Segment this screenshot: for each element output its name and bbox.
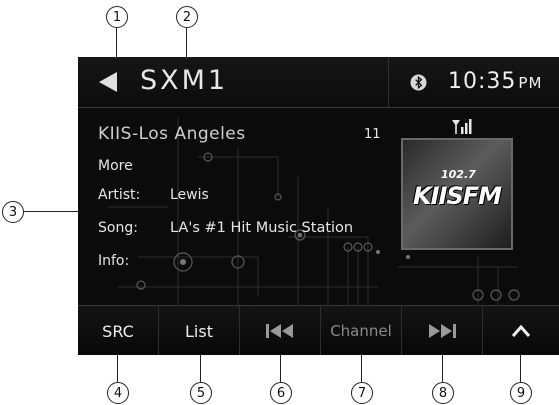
channel-button[interactable]: Channel (321, 306, 401, 355)
source-title: SXM1 (140, 65, 229, 96)
more-link[interactable]: More (98, 158, 133, 174)
callout-4: 4 (107, 382, 129, 404)
signal-strength-icon (452, 119, 472, 134)
back-triangle-icon[interactable] (98, 71, 118, 93)
chevron-up-icon (511, 324, 531, 337)
bluetooth-icon (410, 74, 427, 91)
artist-label: Artist: (98, 187, 141, 203)
station-logo-art: 102.7 KIISFM (401, 138, 513, 250)
skip-previous-button[interactable] (240, 306, 320, 355)
clock: 10:35 PM (448, 69, 542, 94)
callout-2: 2 (176, 6, 198, 28)
artist-value: Lewis (170, 187, 209, 203)
callout-6: 6 (270, 382, 292, 404)
callout-3: 3 (2, 201, 24, 223)
radio-screen: SXM1 10:35 PM KIIS-Los Angeles 11 More Ar… (78, 57, 559, 355)
art-frequency: 102.7 (441, 168, 476, 181)
src-button[interactable]: SRC (78, 306, 158, 355)
clock-ampm: PM (518, 74, 543, 92)
list-button-label: List (185, 321, 213, 341)
status-divider (388, 57, 389, 107)
status-bar: SXM1 10:35 PM (78, 57, 559, 108)
station-name: KIIS-Los Angeles (98, 124, 246, 144)
callout-5: 5 (190, 382, 212, 404)
skip-previous-icon (266, 324, 293, 338)
clock-time: 10:35 (448, 69, 517, 94)
channel-button-label: Channel (330, 322, 392, 340)
info-label: Info: (98, 253, 130, 269)
callout-1: 1 (106, 6, 128, 28)
song-value: LA's #1 Hit Music Station (170, 220, 354, 236)
art-station-name: KIISFM (413, 182, 502, 210)
callout-7: 7 (351, 382, 373, 404)
callout-8: 8 (432, 382, 454, 404)
channel-number: 11 (364, 127, 381, 142)
skip-next-icon (429, 324, 456, 338)
song-label: Song: (98, 220, 138, 236)
list-button[interactable]: List (159, 306, 239, 355)
src-button-label: SRC (102, 321, 134, 341)
bottom-toolbar: SRC List Channel (78, 305, 559, 355)
collapse-button[interactable] (483, 306, 559, 355)
skip-next-button[interactable] (402, 306, 482, 355)
callout-9: 9 (510, 382, 532, 404)
